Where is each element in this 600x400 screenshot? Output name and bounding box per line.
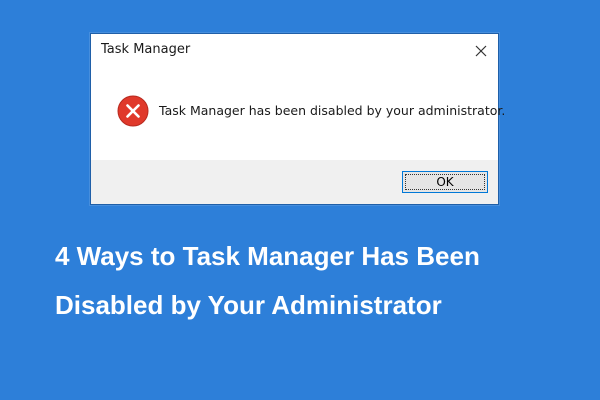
task-manager-dialog: Task Manager Task Manager has been disab… xyxy=(90,33,505,205)
headline-line-2: Disabled by Your Administrator xyxy=(55,290,442,320)
dialog-footer: OK xyxy=(91,160,498,204)
close-button[interactable] xyxy=(464,34,498,67)
headline-line-1: 4 Ways to Task Manager Has Been xyxy=(55,241,480,271)
dialog-titlebar[interactable]: Task Manager xyxy=(91,34,498,67)
ok-button[interactable]: OK xyxy=(402,171,488,193)
error-circle-icon xyxy=(117,95,149,127)
dialog-title: Task Manager xyxy=(101,42,191,57)
dialog-content: Task Manager has been disabled by your a… xyxy=(91,67,505,160)
dialog-message: Task Manager has been disabled by your a… xyxy=(159,103,506,118)
headline: 4 Ways to Task Manager Has Been Disabled… xyxy=(55,232,575,330)
close-icon xyxy=(475,45,487,56)
